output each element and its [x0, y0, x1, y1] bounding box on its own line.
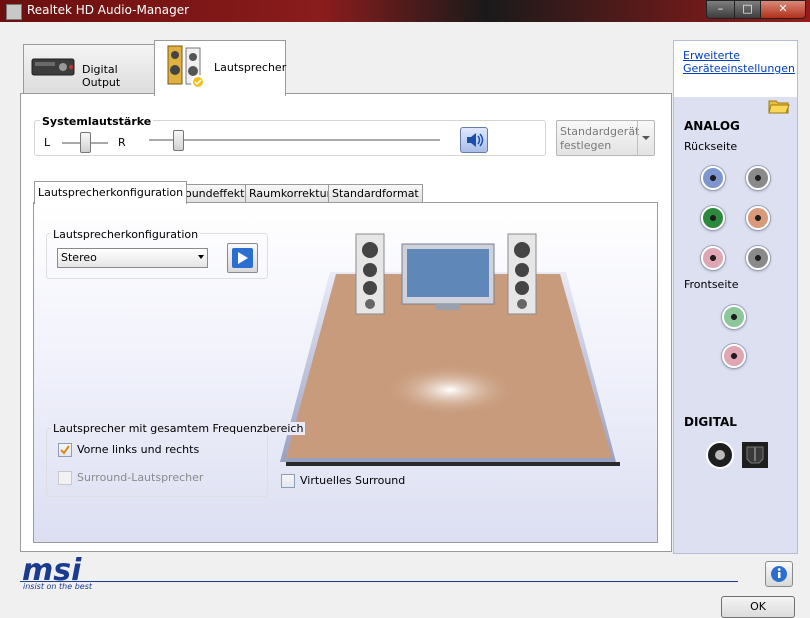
info-icon [771, 566, 787, 582]
system-volume-title: Systemlautstärke [40, 115, 154, 128]
full-range-speakers-title: Lautsprecher mit gesamtem Frequenzbereic… [51, 422, 306, 435]
advanced-settings-link-line1: Erweiterte [683, 49, 740, 62]
front-left-right-label: Vorne links und rechts [77, 443, 200, 456]
info-button[interactable] [765, 561, 793, 587]
front-left-right-checkbox[interactable] [58, 443, 72, 457]
digital-output-device-icon [31, 58, 75, 76]
close-button[interactable]: ✕ [760, 0, 806, 19]
speaker-config-select[interactable]: Stereo [57, 248, 208, 268]
surround-speakers-checkbox[interactable] [58, 471, 72, 485]
play-icon [232, 248, 253, 268]
mute-button[interactable] [460, 127, 488, 153]
front-jack-pink[interactable] [722, 344, 746, 368]
volume-slider-track [149, 139, 440, 142]
set-default-device-dropdown[interactable] [637, 121, 654, 155]
coaxial-jack-icon[interactable] [705, 440, 735, 470]
rear-panel-label: Rückseite [684, 140, 738, 153]
chevron-down-icon [198, 255, 204, 259]
speakers-icon [167, 45, 205, 89]
folder-icon[interactable] [768, 96, 790, 114]
right-speaker-icon [507, 233, 537, 315]
monitor-icon [401, 243, 495, 310]
maximize-button[interactable]: □ [734, 0, 761, 19]
rear-jack-gray[interactable] [746, 166, 770, 190]
left-speaker-icon [355, 233, 385, 315]
tab-digital-output[interactable]: Digital Output [23, 44, 155, 95]
full-range-speakers-group [46, 428, 268, 497]
volume-slider-thumb[interactable] [173, 130, 185, 151]
surround-speakers-label: Surround-Lautsprecher [77, 471, 204, 484]
speaker-config-group-title: Lautsprecherkonfiguration [51, 228, 201, 241]
play-test-button[interactable] [227, 243, 258, 273]
minimize-button[interactable]: – [706, 0, 735, 19]
advanced-settings-link[interactable]: Erweiterte Geräteeinstellungen [683, 49, 795, 75]
front-jack-green[interactable] [722, 305, 746, 329]
virtual-surround-checkbox[interactable] [281, 474, 295, 488]
checkmark-icon [60, 445, 70, 455]
set-default-device-line1: Standardgerät [560, 125, 640, 138]
advanced-settings-link-line2: Geräteeinstellungen [683, 62, 796, 75]
title-bar: Realtek HD Audio-Manager – □ ✕ [0, 0, 810, 22]
rear-jack-gray-2[interactable] [746, 246, 770, 270]
rear-jack-orange[interactable] [746, 206, 770, 230]
ok-button[interactable]: OK [721, 596, 795, 618]
set-default-device-line2: festlegen [560, 139, 612, 152]
rear-jack-blue[interactable] [701, 166, 725, 190]
tab-speaker-configuration[interactable]: Lautsprecherkonfiguration [34, 181, 188, 204]
digital-heading: DIGITAL [684, 415, 737, 429]
tab-room-correction[interactable]: Raumkorrektur [245, 184, 336, 203]
tab-digital-output-label: Digital Output [82, 63, 121, 89]
speaker-volume-icon [467, 133, 484, 147]
balance-left-label: L [44, 136, 51, 149]
tab-lautsprecher-label: Lautsprecher [214, 61, 287, 74]
optical-jack-icon[interactable] [741, 441, 769, 469]
balance-slider-thumb[interactable] [80, 132, 91, 153]
front-panel-label: Frontseite [684, 278, 739, 291]
set-default-device-button[interactable]: Standardgerät festlegen [556, 120, 655, 156]
rear-jack-pink[interactable] [701, 246, 725, 270]
rear-jack-green[interactable] [701, 206, 725, 230]
footer-divider [20, 581, 738, 582]
analog-heading: ANALOG [684, 119, 740, 133]
window-title: Realtek HD Audio-Manager [27, 3, 190, 17]
room-illustration [280, 233, 620, 466]
balance-right-label: R [118, 136, 126, 149]
tab-lautsprecher[interactable]: Lautsprecher [154, 40, 286, 96]
msi-tagline: insist on the best [23, 582, 93, 591]
speaker-config-selected-value: Stereo [61, 251, 97, 264]
tab-default-format[interactable]: Standardformat [328, 184, 423, 203]
chevron-down-icon [642, 136, 650, 140]
connector-sidebar [673, 40, 798, 554]
app-icon [6, 4, 22, 20]
virtual-surround-label: Virtuelles Surround [300, 474, 406, 487]
